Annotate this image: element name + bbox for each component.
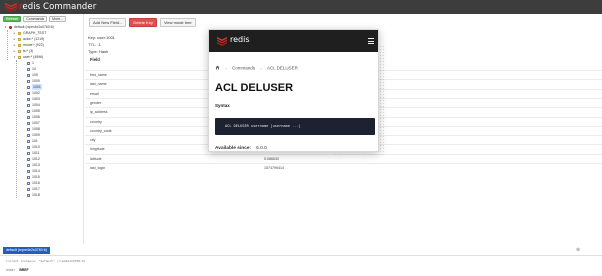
field-name: country_code (90, 128, 112, 133)
delete-key-button[interactable]: Delete Key (129, 18, 157, 27)
folder-icon (18, 31, 21, 35)
folder-icon (18, 43, 21, 47)
tree-key[interactable]: 1018 (0, 192, 84, 198)
menu-icon[interactable] (368, 38, 374, 44)
key-tree: ▾ default (rcpm4e2s0760:6) ▸ GRAPH_TEST ▸ act… (0, 24, 84, 198)
commands-button[interactable]: Commands (23, 16, 48, 22)
popup-header: redis (209, 30, 378, 52)
syntax-label: Syntax (215, 103, 230, 108)
folder-icon (18, 49, 21, 53)
field-name: first_name (90, 73, 107, 77)
key-icon (27, 67, 30, 71)
command-doc-popup: redis › Commands › ACL DELUSER ACL DELUS… (208, 29, 379, 152)
command-title: ACL DELUSER (215, 82, 294, 94)
field-name: last_login (90, 166, 106, 170)
redis-logo-icon (5, 3, 17, 12)
table-row[interactable]: last_login 1574799414 (85, 163, 602, 172)
key-info: Key: user:1001 TTL: -1 Type: Hash (88, 34, 115, 55)
key-icon (27, 109, 30, 113)
key-icon (27, 163, 30, 167)
key-icon (27, 85, 30, 89)
console-tab[interactable]: default (rcpm4e2s0760:6) (3, 247, 50, 254)
key-tree-sidebar: Refresh Commands More... ▾ default (rcpm4… (0, 14, 84, 244)
breadcrumb: › Commands › ACL DELUSER (215, 65, 298, 71)
key-icon (27, 127, 30, 131)
key-icon (27, 193, 30, 197)
key-icon (27, 175, 30, 179)
key-icon (27, 181, 30, 185)
available-since: Available since: 6.0.0 (215, 146, 267, 151)
app-title: redis Commander (19, 2, 97, 12)
redis-logo-icon (217, 37, 227, 46)
tree-guide-line (16, 60, 17, 198)
key-icon (27, 151, 30, 155)
more-button[interactable]: More... (49, 16, 67, 22)
sidebar-toolbar: Refresh Commands More... (3, 16, 67, 22)
available-version: 6.0.0 (256, 146, 267, 151)
key-icon (27, 169, 30, 173)
field-name: longitude (90, 147, 105, 152)
console-divider (0, 255, 602, 256)
field-name: last_name (90, 82, 107, 87)
field-value: 1574799414 (264, 166, 284, 170)
key-icon (27, 73, 30, 77)
key-icon (27, 79, 30, 83)
key-icon (27, 133, 30, 137)
field-name: country (90, 119, 102, 124)
key-ttl: TTL: -1 (88, 42, 101, 47)
console-prompt[interactable]: redis> BREF (6, 268, 29, 272)
key-type: Type: Hash (88, 49, 109, 54)
key-icon (27, 103, 30, 107)
add-field-button[interactable]: Add New Field... (89, 18, 127, 27)
console-output: Current instance: "default" (rcpm4e2s076… (6, 259, 86, 263)
key-icon (27, 97, 30, 101)
syntax-code-block: ACL DELUSER username [username ...] (215, 118, 375, 135)
console-prompt-label: redis> (6, 268, 16, 272)
breadcrumb-commands[interactable]: Commands (232, 66, 255, 71)
app-header: redis Commander (0, 0, 602, 14)
tree-label: 1018 (32, 193, 40, 197)
refresh-button[interactable]: Refresh (3, 16, 22, 22)
folder-icon (18, 37, 21, 41)
database-icon (9, 25, 12, 29)
field-name: ip_address (90, 110, 108, 115)
console-command: BREF (19, 268, 29, 272)
key-icon (27, 115, 30, 119)
key-icon (27, 61, 30, 65)
tree-guide-line (7, 30, 8, 60)
field-name: latitude (90, 156, 102, 161)
key-icon (27, 139, 30, 143)
key-icon (27, 187, 30, 191)
key-icon (27, 157, 30, 161)
breadcrumb-current: ACL DELUSER (266, 65, 298, 71)
home-icon[interactable] (215, 65, 220, 70)
key-name: Key: user:1001 (88, 35, 115, 40)
key-toolbar: Add New Field... Delete Key View mode tr… (89, 18, 196, 27)
popup-brand: redis (230, 35, 250, 44)
key-icon (27, 145, 30, 149)
close-icon[interactable]: ⊗ (576, 247, 580, 253)
view-mode-tree-button[interactable]: View mode tree (159, 18, 196, 27)
field-value: 5.086630 (264, 156, 279, 161)
syntax-code: ACL DELUSER username [username ...] (225, 124, 301, 128)
field-name: gender (90, 100, 102, 105)
folder-icon (18, 55, 21, 59)
field-name: city (90, 138, 96, 143)
key-icon (27, 91, 30, 95)
key-icon (27, 121, 30, 125)
field-name: email (90, 91, 99, 96)
